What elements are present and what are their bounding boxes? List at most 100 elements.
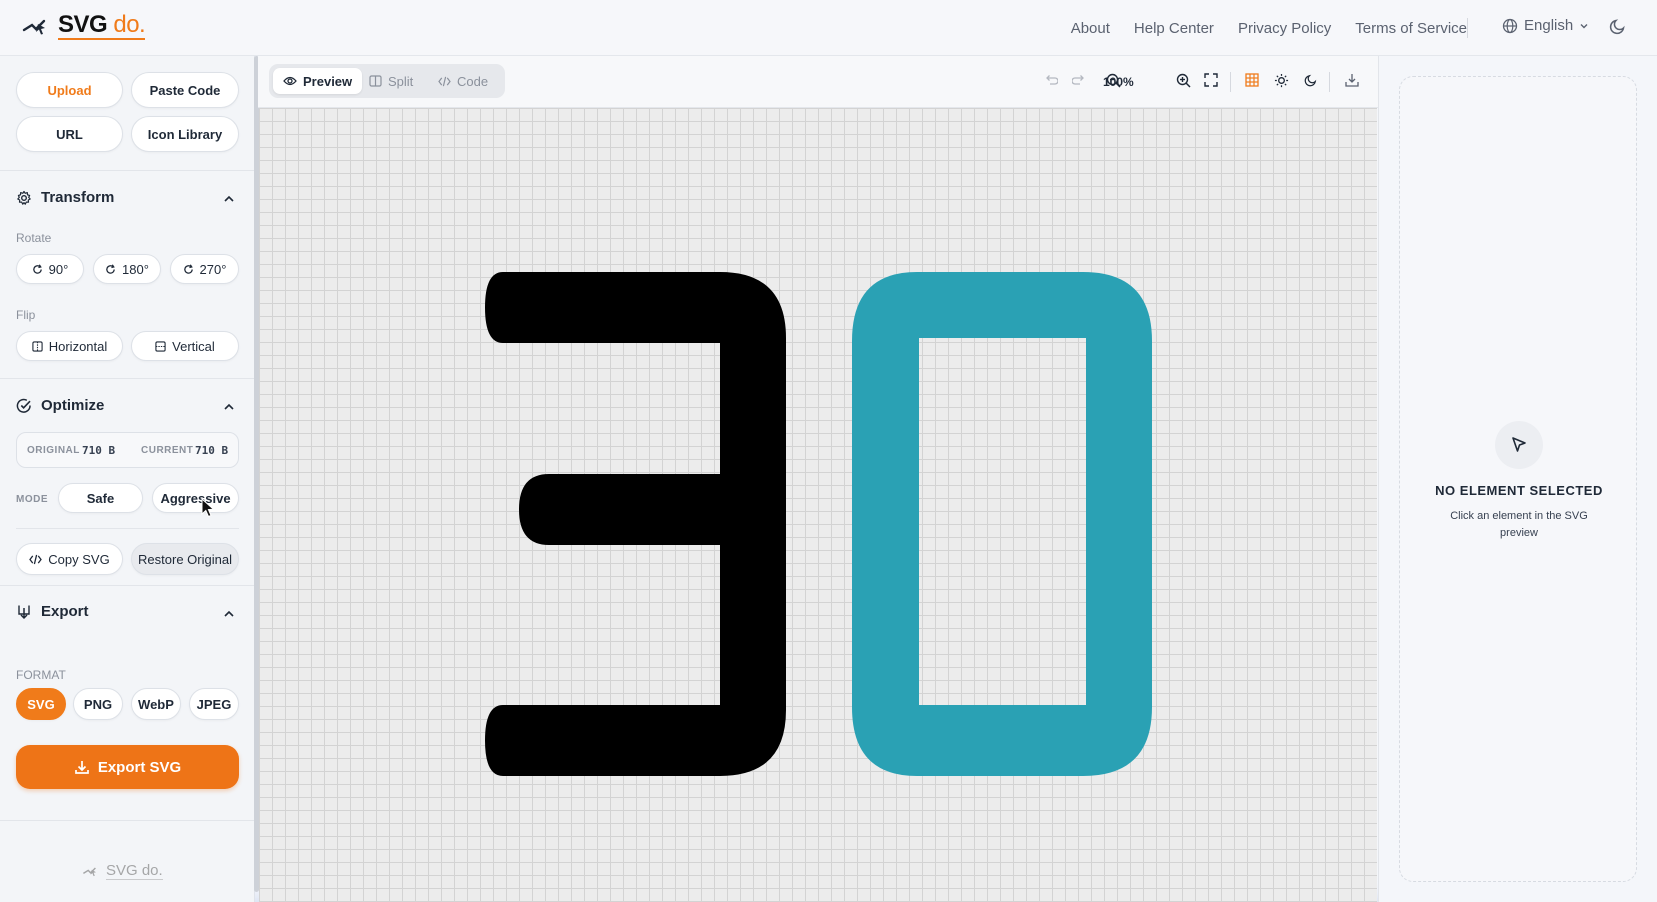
- icon-library-button[interactable]: Icon Library: [131, 116, 239, 152]
- tab-preview[interactable]: Preview: [273, 68, 363, 94]
- mode-safe-button[interactable]: Safe: [58, 483, 143, 513]
- download-icon: [18, 605, 30, 619]
- toolbar-divider: [1230, 72, 1231, 92]
- app-logo[interactable]: SVG do.: [22, 11, 146, 40]
- theme-toggle-button[interactable]: [1609, 17, 1627, 40]
- flip-horizontal-button[interactable]: Horizontal: [16, 331, 123, 361]
- language-label: English: [1524, 17, 1574, 34]
- rotate-cw-icon: [183, 263, 193, 274]
- rotate-90-button[interactable]: 90°: [16, 254, 84, 284]
- rotate-180-button[interactable]: 180°: [93, 254, 161, 284]
- rotate-label: Rotate: [16, 231, 52, 245]
- globe-icon: [1502, 18, 1518, 33]
- digit-zero-shape[interactable]: [852, 272, 1152, 776]
- format-png-button[interactable]: PNG: [73, 688, 123, 720]
- optimize-header[interactable]: Optimize: [16, 397, 104, 414]
- language-selector[interactable]: English: [1502, 17, 1589, 34]
- gear-icon: [17, 190, 31, 205]
- toolbar-divider: [1329, 72, 1330, 92]
- code-icon: [438, 76, 451, 86]
- collapse-export-chevron-up-icon[interactable]: [223, 608, 235, 620]
- zoom-level: 100%: [1103, 75, 1134, 89]
- inspector-empty-card: NO ELEMENT SELECTED Click an element in …: [1399, 76, 1637, 882]
- format-webp-button[interactable]: WebP: [131, 688, 181, 720]
- preview-toolbar: Preview Split Code 100%: [258, 56, 1378, 108]
- url-button[interactable]: URL: [16, 116, 123, 152]
- file-size-box: ORIGINAL 710 B CURRENT 710 B: [16, 432, 239, 468]
- format-svg-button[interactable]: SVG: [16, 688, 66, 720]
- pointer-badge: [1495, 421, 1543, 469]
- logo-icon: [22, 19, 46, 35]
- no-element-selected-hint: Click an element in the SVG preview: [1450, 510, 1588, 539]
- eye-icon: [283, 76, 297, 86]
- format-jpeg-button[interactable]: JPEG: [189, 688, 239, 720]
- chevron-down-icon: [1580, 23, 1588, 28]
- view-mode-tabs: Preview Split Code: [269, 64, 505, 98]
- flip-horizontal-icon: [32, 340, 43, 352]
- copy-svg-button[interactable]: Copy SVG: [16, 543, 123, 575]
- tab-code[interactable]: Code: [428, 68, 498, 94]
- app-window: SVG do. About Help Center Privacy Policy…: [0, 0, 1657, 902]
- mouse-cursor-icon: [201, 498, 215, 518]
- grid-icon[interactable]: [1245, 73, 1259, 87]
- code-icon: [29, 554, 43, 564]
- export-svg-button[interactable]: Export SVG: [16, 745, 239, 789]
- redo-icon[interactable]: [1072, 73, 1086, 87]
- nav-terms-link[interactable]: Terms of Service: [1355, 20, 1467, 37]
- inspector-panel: NO ELEMENT SELECTED Click an element in …: [1378, 56, 1657, 902]
- nav-privacy-policy-link[interactable]: Privacy Policy: [1238, 20, 1331, 37]
- flip-vertical-button[interactable]: Vertical: [131, 331, 239, 361]
- undo-icon[interactable]: [1044, 73, 1058, 87]
- flip-label: Flip: [16, 308, 36, 322]
- format-label: FORMAT: [16, 668, 66, 682]
- current-size-label: CURRENT: [141, 445, 194, 456]
- download-icon: [74, 761, 89, 774]
- moon-icon[interactable]: [1304, 73, 1318, 87]
- transform-header[interactable]: Transform: [16, 189, 114, 206]
- nav-help-center-link[interactable]: Help Center: [1134, 20, 1214, 37]
- section-divider: [0, 585, 255, 586]
- download-icon[interactable]: [1345, 73, 1359, 87]
- rotate-cw-icon: [106, 263, 115, 274]
- digit-three-shape[interactable]: [485, 272, 786, 776]
- fullscreen-icon[interactable]: [1204, 73, 1218, 87]
- logo-wordmark: SVG do.: [58, 11, 146, 40]
- check-circle-icon: [16, 398, 31, 413]
- split-icon: [369, 75, 382, 87]
- cursor-pointer-icon: [1512, 437, 1526, 452]
- upload-button[interactable]: Upload: [16, 72, 123, 108]
- export-header[interactable]: Export: [16, 603, 89, 620]
- rotate-cw-icon: [32, 263, 42, 274]
- paste-code-button[interactable]: Paste Code: [131, 72, 239, 108]
- optimize-title: Optimize: [41, 397, 105, 414]
- top-header: SVG do. About Help Center Privacy Policy…: [0, 0, 1657, 56]
- logo-icon: [83, 867, 96, 877]
- flip-vertical-icon: [155, 340, 166, 352]
- section-divider: [0, 378, 255, 379]
- tab-split[interactable]: Split: [359, 68, 423, 94]
- section-divider: [0, 820, 255, 821]
- transform-title: Transform: [41, 189, 115, 206]
- current-size-value: 710 B: [195, 444, 229, 457]
- nav-about-link[interactable]: About: [1071, 20, 1110, 37]
- header-divider: [1467, 18, 1468, 38]
- mode-label: MODE: [16, 494, 48, 505]
- section-divider: [0, 170, 255, 171]
- section-divider: [16, 528, 239, 529]
- no-element-selected-title: NO ELEMENT SELECTED: [1435, 483, 1603, 498]
- svg-preview-canvas[interactable]: [259, 108, 1377, 902]
- svg-preview[interactable]: [259, 108, 1377, 902]
- left-sidebar: Upload Paste Code URL Icon Library Trans…: [0, 56, 255, 902]
- original-size-label: ORIGINAL: [27, 445, 80, 456]
- zoom-in-icon[interactable]: [1176, 73, 1191, 88]
- export-title: Export: [41, 603, 89, 620]
- sun-icon[interactable]: [1274, 73, 1289, 88]
- collapse-optimize-chevron-up-icon[interactable]: [223, 401, 235, 413]
- collapse-transform-chevron-up-icon[interactable]: [223, 193, 235, 205]
- mode-aggressive-button[interactable]: Aggressive: [152, 483, 239, 513]
- footer-logo: SVG do.: [82, 862, 163, 880]
- rotate-270-button[interactable]: 270°: [170, 254, 239, 284]
- header-nav: About Help Center Privacy Policy Terms o…: [1071, 0, 1467, 56]
- moon-icon: [1609, 19, 1625, 35]
- restore-original-button[interactable]: Restore Original: [131, 543, 239, 575]
